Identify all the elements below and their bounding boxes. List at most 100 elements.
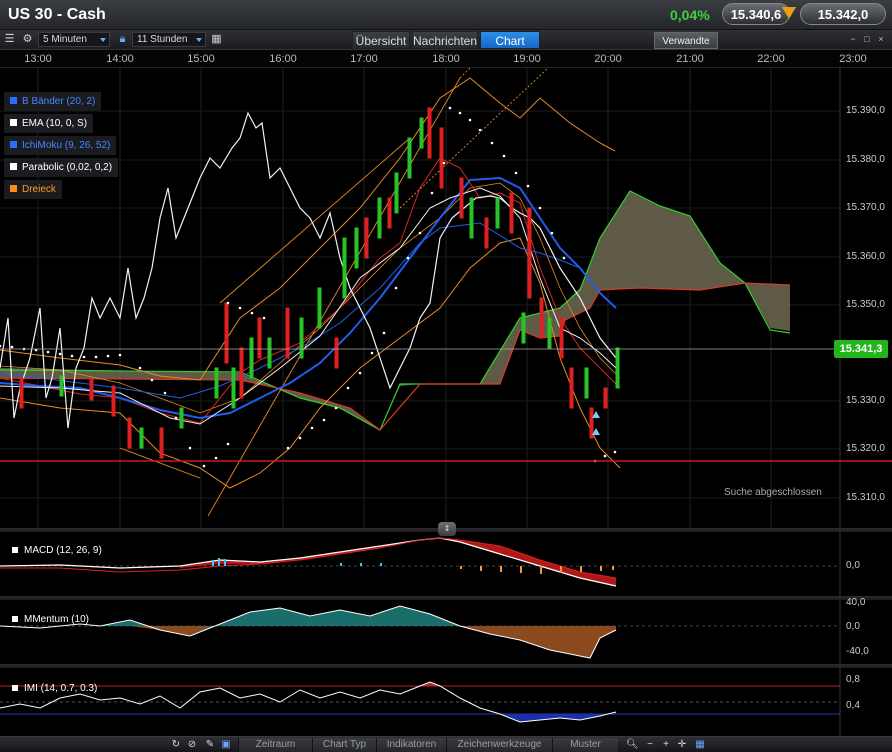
time-tick: 16:00: [269, 53, 297, 65]
grid-icon[interactable]: ▦: [694, 739, 706, 751]
momentum-y-tick: 40,0: [846, 597, 866, 608]
interval-value: 5 Minuten: [43, 34, 87, 45]
imi-label[interactable]: IMI (14, 0.7, 0.3): [12, 683, 97, 694]
color-swatch: [10, 185, 17, 192]
lock-icon[interactable]: ▣: [220, 739, 232, 751]
imi-y-tick: 0,4: [846, 700, 860, 711]
time-tick: 19:00: [513, 53, 541, 65]
legend-bollinger[interactable]: B Bänder (20, 2): [4, 92, 102, 111]
y-tick: 15.320,0: [846, 443, 885, 454]
minus-icon[interactable]: −: [644, 739, 656, 751]
time-tick: 14:00: [106, 53, 134, 65]
time-tick: 21:00: [676, 53, 704, 65]
legend-label: Dreieck: [22, 184, 56, 195]
time-tick: 15:00: [187, 53, 215, 65]
time-axis: 13:00 14:00 15:00 16:00 17:00 18:00 19:0…: [0, 50, 892, 68]
color-swatch: [12, 685, 18, 691]
close-icon[interactable]: ×: [876, 34, 886, 44]
tab-period[interactable]: Zeitraum: [238, 738, 312, 752]
time-tick: 20:00: [594, 53, 622, 65]
tab-patterns[interactable]: Muster: [552, 738, 618, 752]
time-tick: 17:00: [350, 53, 378, 65]
chevron-down-icon: [196, 38, 202, 42]
y-tick: 15.380,0: [846, 154, 885, 165]
color-swatch: [12, 547, 18, 553]
color-swatch: [10, 119, 17, 126]
y-tick: 15.350,0: [846, 299, 885, 310]
chart-toolbar: ☰ ⚙ 5 Minuten 🔒︎ 11 Stunden ▦ Übersicht …: [0, 30, 892, 50]
title-bar: US 30 - Cash 0,04% 15.340,6 15.342,0: [0, 0, 892, 30]
momentum-label[interactable]: MMentum (10): [12, 614, 89, 625]
no-entry-icon[interactable]: ⊘: [186, 739, 198, 751]
color-swatch: [10, 163, 17, 170]
current-price-tag: 15.341,3: [834, 340, 888, 358]
indicator-name: IMI (14, 0.7, 0.3): [24, 683, 98, 694]
minimize-icon[interactable]: −: [848, 34, 858, 44]
y-tick: 15.370,0: [846, 202, 885, 213]
sell-price-button[interactable]: 15.340,6: [722, 3, 790, 25]
tab-overview[interactable]: Übersicht: [352, 31, 410, 49]
momentum-pane[interactable]: MMentum (10) 40,0 0,0 -40,0: [0, 597, 892, 664]
price-down-arrow-icon: [782, 7, 796, 19]
color-swatch: [10, 97, 17, 104]
tab-chart-type[interactable]: Chart Typ: [312, 738, 376, 752]
collapse-toggle-icon[interactable]: ⇕: [438, 522, 456, 536]
tab-indicators[interactable]: Indikatoren: [376, 738, 446, 752]
calendar-icon[interactable]: ▦: [210, 33, 223, 46]
related-button[interactable]: Verwandte: [654, 32, 718, 49]
plus-icon[interactable]: +: [660, 739, 672, 751]
legend-ema[interactable]: EMA (10, 0, S): [4, 114, 94, 133]
y-tick: 15.360,0: [846, 251, 885, 262]
imi-pane[interactable]: IMI (14, 0.7, 0.3) 0,8 0,4: [0, 668, 892, 736]
bottom-toolbar: ↻ ⊘ ✎ ▣ Zeitraum Chart Typ Indikatoren Z…: [0, 736, 892, 752]
momentum-y-tick: -40,0: [846, 646, 869, 657]
change-percent: 0,04%: [670, 7, 710, 23]
indicator-name: MMentum (10): [24, 614, 90, 625]
legend-parabolic[interactable]: Parabolic (0,02, 0,2): [4, 158, 119, 177]
time-tick: 18:00: [432, 53, 460, 65]
time-tick: 23:00: [839, 53, 867, 65]
chevron-down-icon: [100, 38, 106, 42]
tab-news[interactable]: Nachrichten: [412, 31, 478, 49]
macd-label[interactable]: MACD (12, 26, 9): [12, 545, 102, 556]
refresh-icon[interactable]: ↻: [170, 739, 182, 751]
macd-canvas: [0, 532, 841, 596]
imi-y-tick: 0,8: [846, 674, 860, 685]
search-status: Suche abgeschlossen: [724, 487, 822, 498]
macd-y-tick: 0,0: [846, 560, 860, 571]
momentum-canvas: [0, 600, 841, 664]
y-tick: 15.390,0: [846, 105, 885, 116]
zoom-icon[interactable]: 🔍︎: [626, 739, 639, 751]
crosshair-icon[interactable]: ✛: [676, 739, 688, 751]
color-swatch: [10, 141, 17, 148]
imi-canvas: [0, 668, 841, 736]
momentum-y-tick: 0,0: [846, 621, 860, 632]
pencil-icon[interactable]: ✎: [204, 739, 216, 751]
color-swatch: [12, 616, 18, 622]
legend-label: EMA (10, 0, S): [22, 118, 88, 129]
interval-select[interactable]: 5 Minuten: [38, 32, 110, 47]
indicator-name: MACD (12, 26, 9): [24, 545, 102, 556]
price-chart-pane[interactable]: B Bänder (20, 2) EMA (10, 0, S) IchiMoku…: [0, 68, 892, 528]
legend-triangle[interactable]: Dreieck: [4, 180, 62, 199]
y-tick: 15.330,0: [846, 395, 885, 406]
price-chart-canvas[interactable]: [0, 68, 892, 528]
range-value: 11 Stunden: [137, 34, 188, 45]
y-tick: 15.310,0: [846, 492, 885, 503]
lock-icon[interactable]: 🔒︎: [116, 33, 129, 46]
tab-drawing-tools[interactable]: Zeichenwerkzeuge: [446, 738, 552, 752]
maximize-icon[interactable]: □: [862, 34, 872, 44]
macd-pane[interactable]: MACD (12, 26, 9) 0,0: [0, 532, 892, 596]
list-icon[interactable]: ☰: [3, 33, 16, 46]
legend-label: IchiMoku (9, 26, 52): [22, 140, 111, 151]
range-select[interactable]: 11 Stunden: [132, 32, 206, 47]
instrument-title: US 30 - Cash: [8, 6, 106, 23]
time-tick: 13:00: [24, 53, 52, 65]
legend-label: Parabolic (0,02, 0,2): [22, 162, 113, 173]
buy-price-button[interactable]: 15.342,0: [800, 3, 886, 25]
tab-chart[interactable]: Chart: [480, 31, 540, 49]
legend-ichimoku[interactable]: IchiMoku (9, 26, 52): [4, 136, 117, 155]
gear-icon[interactable]: ⚙: [21, 33, 34, 46]
legend-label: B Bänder (20, 2): [22, 96, 96, 107]
time-tick: 22:00: [757, 53, 785, 65]
